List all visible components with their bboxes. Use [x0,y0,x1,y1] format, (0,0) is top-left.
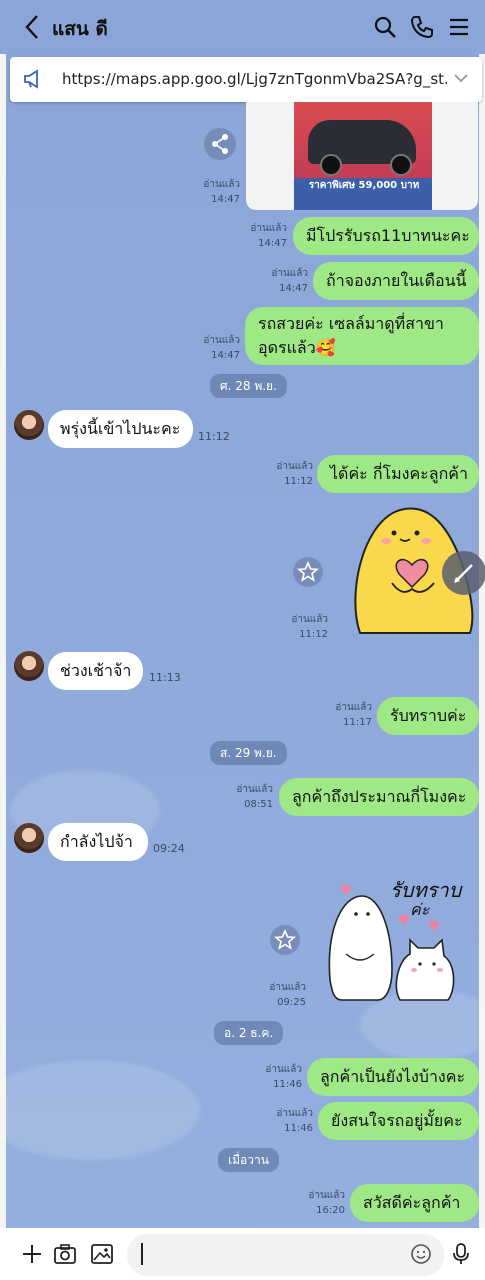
message-meta: อ่านแล้ว 14:47 [188,333,240,363]
pencil-icon [454,564,473,583]
outgoing-message[interactable]: ลูกค้าเป็นยังไงบ้างคะ [307,1058,479,1096]
image-icon[interactable] [90,1242,114,1266]
message-time: 11:12 [284,476,313,487]
message-time: 11:12 [198,430,230,443]
outgoing-message[interactable]: ได้ค่ะ กี่โมงคะลูกค้า [317,455,479,493]
date-separator: อ. 2 ธ.ค. [214,1021,284,1045]
message-meta: อ่านแล้ว 11:12 [261,459,313,489]
date-separator: ศ. 28 พ.ย. [210,374,287,398]
car-wheel [320,154,342,176]
promo-poster: ราคาพิเศษ 59,000 บาท [294,102,432,210]
outgoing-message[interactable]: ลูกค้าถึงประมาณกี่โมงคะ [279,778,479,816]
message-meta: อ่านแล้ว 14:47 [190,177,240,207]
microphone-icon[interactable] [449,1242,473,1266]
message-time: 11:13 [149,671,181,684]
incoming-message[interactable]: พรุ่งนี้เข้าไปนะคะ [48,410,193,448]
message-meta: อ่านแล้ว 11:17 [320,700,372,730]
chat-header: แสน ดี [0,0,485,54]
date-separator: ส. 29 พ.ย. [210,741,287,765]
read-status: อ่านแล้ว [276,1108,313,1119]
avatar[interactable] [14,410,44,440]
outgoing-message[interactable]: รถสวยค่ะ เซลล์มาดูที่สาขา อุดรแล้ว🥰 [245,307,479,365]
message-meta: อ่านแล้ว 11:12 [276,612,328,642]
car-wheel [390,154,412,176]
read-status: อ่านแล้ว [291,614,328,625]
incoming-message[interactable]: ช่วงเช้าจ้า [48,652,143,690]
smiley-icon[interactable] [409,1242,433,1266]
chat-screen: แสน ดี https://maps.app.goo.gl/Ljg7znTgo… [0,0,485,1280]
car-promo-image[interactable]: ราคาพิเศษ 59,000 บาท [246,102,478,210]
read-status: อ่านแล้ว [308,1190,345,1201]
read-status: อ่านแล้ว [269,982,306,993]
message-meta: อ่านแล้ว 11:46 [261,1106,313,1136]
read-status: อ่านแล้ว [265,1064,302,1075]
message-input[interactable] [127,1234,444,1276]
outgoing-message[interactable]: ถ้าจองภายในเดือนนี้ [313,262,479,300]
message-meta: อ่านแล้ว 09:25 [254,980,306,1010]
message-time: 14:47 [258,238,287,249]
link-preview-bar[interactable]: https://maps.app.goo.gl/Ljg7znTgonmVba2S… [10,57,482,102]
read-status: อ่านแล้ว [250,223,287,234]
edit-button[interactable] [442,551,485,595]
incoming-message[interactable]: กำลังไปจ้า [48,823,148,861]
message-meta: อ่านแล้ว 14:47 [236,221,287,251]
star-icon [296,560,320,582]
message-time: 11:46 [284,1123,313,1134]
read-status: อ่านแล้ว [203,335,240,346]
message-time: 11:46 [273,1079,302,1090]
message-line: อุดรแล้ว🥰 [258,338,336,357]
text-cursor [141,1243,143,1265]
message-time: 14:47 [211,350,240,361]
date-separator: เมื่อวาน [218,1148,279,1172]
plus-icon[interactable] [20,1242,44,1266]
share-icon [212,134,228,154]
search-icon[interactable] [372,14,398,40]
read-status: อ่านแล้ว [236,784,273,795]
read-status: อ่านแล้ว [271,268,308,279]
read-status: อ่านแล้ว [276,461,313,472]
phone-icon[interactable] [409,14,435,40]
avatar[interactable] [14,823,44,853]
outgoing-message[interactable]: มีโปรรับรถ11บาทนะคะ [293,217,479,255]
message-time: 09:25 [277,997,306,1008]
outgoing-message[interactable]: ยังสนใจรถอยู่มั้ยคะ [318,1102,479,1140]
favorite-sticker-button[interactable] [270,925,300,955]
message-time: 11:12 [299,629,328,640]
message-meta: อ่านแล้ว 08:51 [221,782,273,812]
message-time: 09:24 [153,842,185,855]
message-time: 16:20 [316,1205,345,1216]
share-button[interactable] [204,128,236,160]
menu-icon[interactable] [446,14,472,40]
megaphone-icon [24,69,38,89]
star-icon [273,928,297,950]
message-time: 14:47 [279,283,308,294]
chat-title: แสน ดี [52,18,108,40]
outgoing-message[interactable]: รับทราบค่ะ [377,697,479,735]
ghost-cat-illustration [328,884,455,1001]
message-meta: อ่านแล้ว 11:46 [250,1062,302,1092]
message-line: รถสวยค่ะ เซลล์มาดูที่สาขา [258,314,444,333]
right-edge [479,0,485,1280]
chevron-left-icon[interactable] [20,12,44,42]
read-status: อ่านแล้ว [203,179,240,190]
link-url[interactable]: https://maps.app.goo.gl/Ljg7znTgonmVba2S… [62,70,447,88]
avatar[interactable] [14,651,44,681]
background-cloud [0,1060,200,1160]
outgoing-message[interactable]: สวัสดีค่ะลูกค้า [350,1184,479,1222]
chevron-down-icon[interactable] [450,67,472,89]
message-composer [0,1228,485,1280]
message-time: 11:17 [343,717,372,728]
read-status: อ่านแล้ว [335,702,372,713]
favorite-sticker-button[interactable] [293,557,323,587]
camera-icon[interactable] [53,1242,77,1266]
message-meta: อ่านแล้ว 16:20 [293,1188,345,1218]
ghost-cat-sticker[interactable]: รับทราบ ค่ะ [322,870,467,1010]
message-time: 14:47 [211,194,240,205]
poster-price: ราคาพิเศษ 59,000 บาท [308,180,420,191]
message-meta: อ่านแล้ว 14:47 [256,266,308,296]
message-time: 08:51 [244,799,273,810]
